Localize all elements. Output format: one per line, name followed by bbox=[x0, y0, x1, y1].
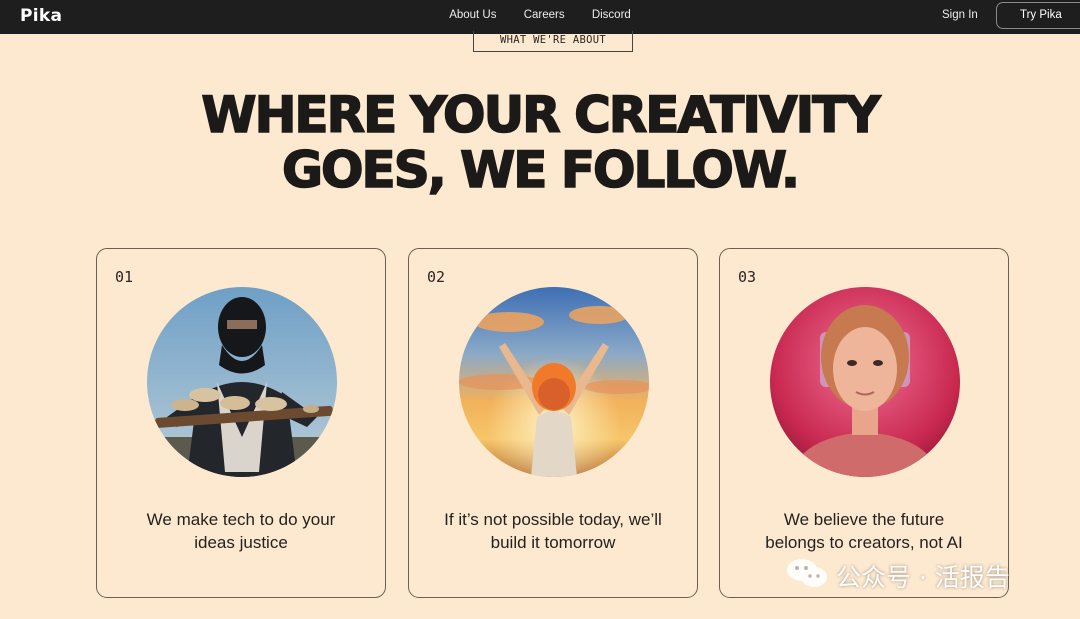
headline-line-2: GOES, WE FOLLOW. bbox=[281, 141, 801, 199]
card-text-line-2: belongs to creators, not AI bbox=[765, 533, 963, 552]
watermark-text: 公众号 · 活报告 bbox=[836, 563, 1010, 592]
page-headline: WHERE YOUR CREATIVITY GOES, WE FOLLOW. bbox=[0, 86, 1080, 199]
card-text: If it’s not possible today, we’ll build … bbox=[419, 508, 687, 554]
card-text-line-1: We make tech to do your bbox=[146, 510, 336, 529]
card-number: 02 bbox=[427, 268, 446, 286]
top-nav: Pika About Us Careers Discord Sign In Tr… bbox=[0, 0, 1080, 34]
card-number: 01 bbox=[115, 268, 134, 286]
card-image-ninja bbox=[147, 287, 337, 477]
wechat-watermark: 公众号 · 活报告 bbox=[786, 556, 1010, 596]
wechat-icon bbox=[786, 557, 828, 595]
card-image-sunset bbox=[459, 287, 649, 477]
value-card-1: 01 We make tech to do your ideas justice bbox=[96, 248, 386, 598]
headline-line-1: WHERE YOUR CREATIVITY bbox=[201, 86, 882, 144]
sign-in-link[interactable]: Sign In bbox=[942, 9, 978, 21]
value-card-3: 03 We believe the future belongs to crea… bbox=[719, 248, 1009, 598]
card-text-line-2: build it tomorrow bbox=[490, 533, 616, 552]
card-text-line-2: ideas justice bbox=[194, 533, 288, 552]
nav-links: About Us Careers Discord bbox=[0, 9, 1080, 21]
try-pika-button[interactable]: Try Pika bbox=[996, 2, 1080, 29]
value-card-2: 02 If it’s not possible today, we’ll bui… bbox=[408, 248, 698, 598]
nav-link-about-us[interactable]: About Us bbox=[449, 9, 496, 21]
nav-link-discord[interactable]: Discord bbox=[592, 9, 631, 21]
card-text-line-1: We believe the future bbox=[783, 510, 945, 529]
card-text: We make tech to do your ideas justice bbox=[107, 508, 375, 554]
card-text: We believe the future belongs to creator… bbox=[730, 508, 998, 554]
section-tag: WHAT WE'RE ABOUT bbox=[473, 31, 633, 52]
nav-link-careers[interactable]: Careers bbox=[524, 9, 565, 21]
card-number: 03 bbox=[738, 268, 757, 286]
card-text-line-1: If it’s not possible today, we’ll bbox=[444, 510, 662, 529]
card-image-girl-portrait bbox=[770, 287, 960, 477]
